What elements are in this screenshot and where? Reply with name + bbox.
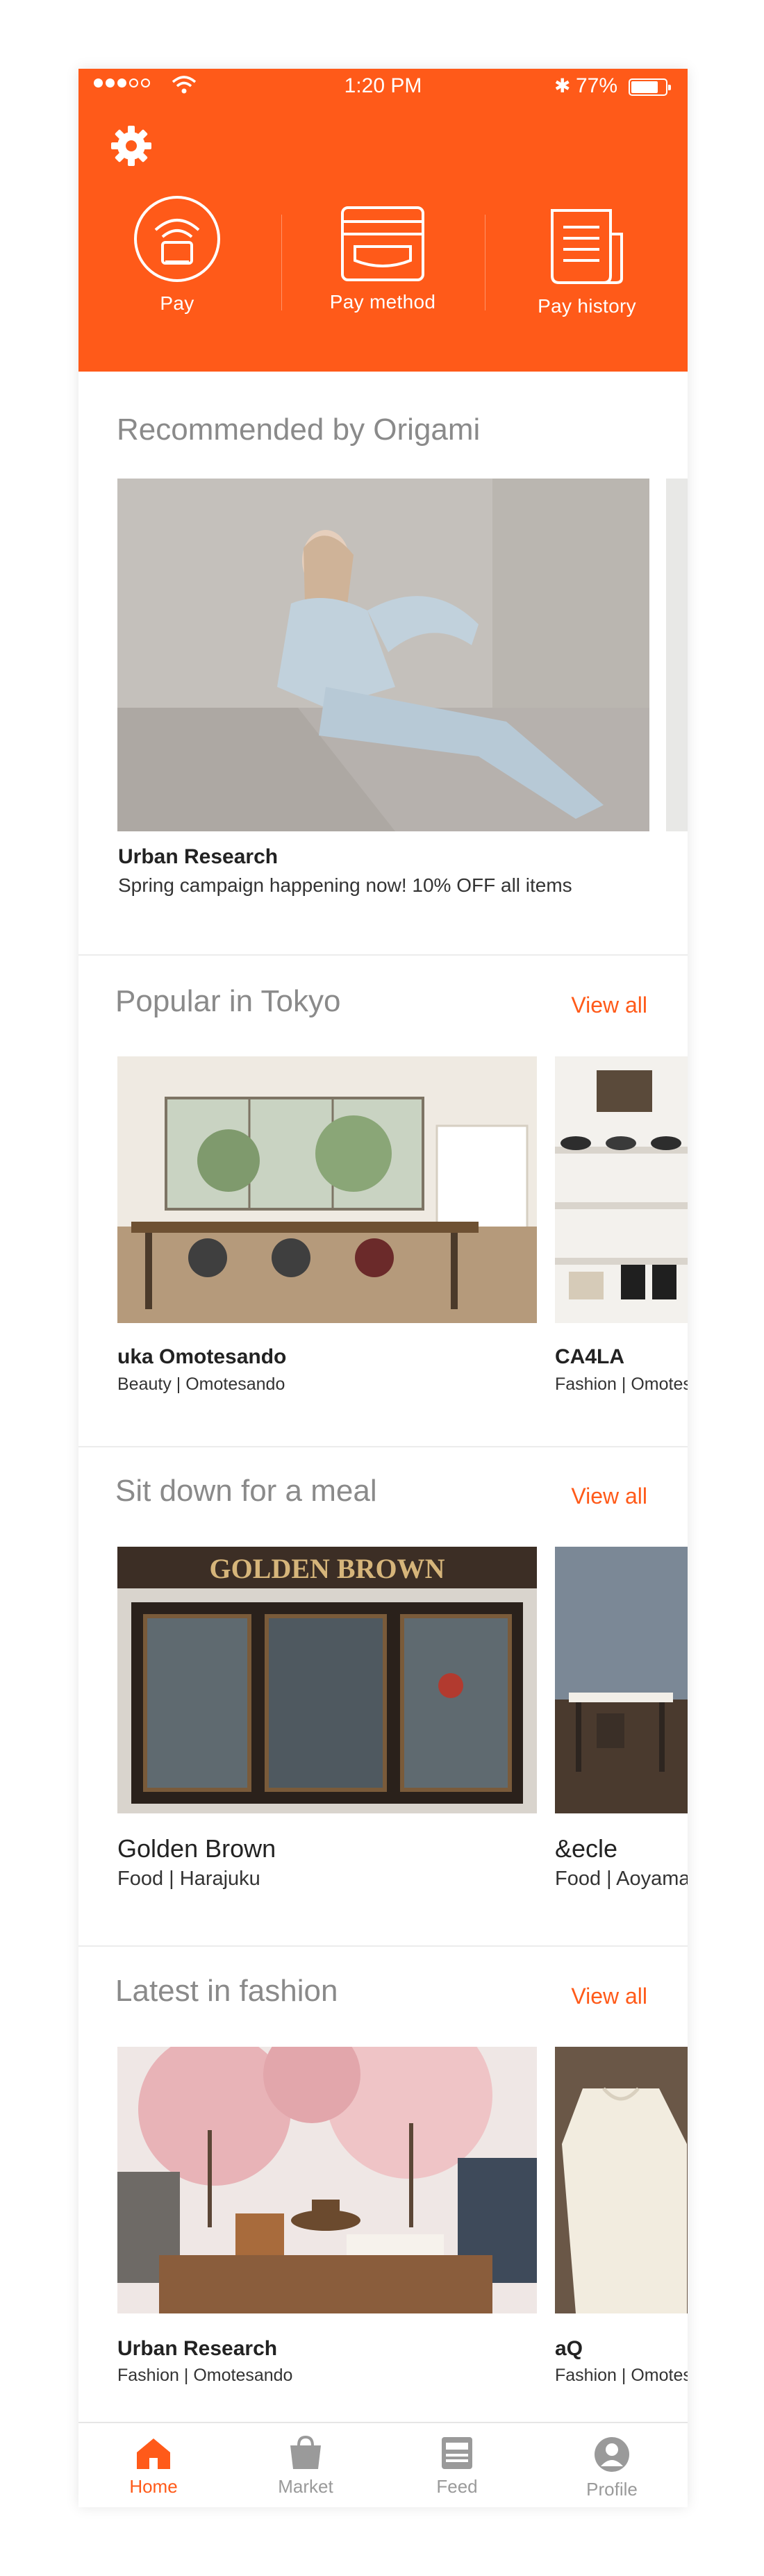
tab-profile[interactable]: Profile (560, 2436, 664, 2500)
popular-card-image-1[interactable] (117, 1056, 537, 1323)
popular-card-title-1: uka Omotesando (117, 1345, 287, 1368)
fashion-card-title-2: aQ (555, 2337, 583, 2360)
fashion-card-image-1[interactable] (117, 2047, 537, 2313)
meal-card-subtitle-1: Food | Harajuku (117, 1868, 260, 1890)
popular-card-image-2[interactable] (555, 1056, 688, 1323)
recommended-card-title: Urban Research (118, 845, 279, 868)
pay-history-button[interactable]: Pay history (504, 206, 670, 317)
uka-omotesando-photo (117, 1056, 537, 1323)
section-divider (78, 1945, 688, 1947)
recommended-card-subtitle: Spring campaign happening now! 10% OFF a… (118, 874, 572, 896)
pay-method-label: Pay method (329, 291, 436, 313)
tab-home-label: Home (129, 2476, 178, 2497)
fashion-card-subtitle-1: Fashion | Omotesando (117, 2366, 293, 2385)
ecle-photo (555, 1547, 688, 1813)
tab-market[interactable]: Market (254, 2436, 358, 2498)
gear-icon[interactable] (107, 122, 156, 170)
status-bar: 1:20 PM ✱ 77% (78, 69, 688, 103)
ca4la-photo (555, 1056, 688, 1323)
popular-card-title-2: CA4LA (555, 1345, 625, 1368)
shopping-bag-icon (290, 2436, 321, 2469)
aq-photo (555, 2047, 688, 2313)
meal-card-title-1: Golden Brown (117, 1834, 276, 1863)
tab-feed[interactable]: Feed (405, 2436, 509, 2498)
feed-icon (442, 2437, 472, 2469)
fashion-card-title-1: Urban Research (117, 2337, 278, 2360)
tab-market-label: Market (278, 2476, 333, 2497)
meal-card-title-2: &ecle (555, 1834, 618, 1863)
pay-history-label: Pay history (538, 295, 636, 317)
section-title-meal: Sit down for a meal (115, 1474, 377, 1508)
view-all-meal-link[interactable]: View all (571, 1484, 647, 1509)
profile-icon (595, 2437, 629, 2472)
home-icon (137, 2438, 170, 2469)
divider (281, 215, 282, 310)
pay-label: Pay (160, 292, 194, 314)
meal-card-image-1[interactable]: GOLDEN BROWN (117, 1547, 537, 1813)
view-all-popular-link[interactable]: View all (571, 992, 647, 1018)
section-divider (78, 1446, 688, 1447)
popular-card-subtitle-2: Fashion | Omotes (555, 1374, 688, 1394)
section-divider (78, 954, 688, 956)
section-title-recommended: Recommended by Origami (117, 413, 481, 447)
phone-screen: 1:20 PM ✱ 77% Pay Pay method Pay history… (78, 69, 688, 2507)
fashion-card-image-2[interactable] (555, 2047, 688, 2313)
pay-icon (134, 196, 220, 282)
recommended-photo (117, 479, 649, 831)
urban-research-photo (117, 2047, 537, 2313)
fashion-card-subtitle-2: Fashion | Omotes (555, 2366, 688, 2385)
popular-card-subtitle-1: Beauty | Omotesando (117, 1374, 285, 1394)
bluetooth-icon: ✱ (554, 75, 571, 97)
pay-method-icon (341, 206, 424, 281)
tab-bar: Home Market Feed Profile (78, 2422, 688, 2507)
battery-percent: 77% (576, 74, 618, 97)
section-title-popular: Popular in Tokyo (115, 984, 341, 1018)
meal-card-image-2[interactable] (555, 1547, 688, 1813)
recommended-card-next-image[interactable] (666, 479, 688, 831)
header: 1:20 PM ✱ 77% Pay Pay method Pay history (78, 69, 688, 372)
golden-brown-sign: GOLDEN BROWN (210, 1553, 445, 1584)
battery-icon (629, 78, 671, 96)
view-all-fashion-link[interactable]: View all (571, 1984, 647, 2009)
meal-card-subtitle-2: Food | Aoyama (555, 1868, 688, 1890)
recommended-card-image[interactable] (117, 479, 649, 831)
pay-history-icon (551, 209, 623, 284)
golden-brown-photo: GOLDEN BROWN (117, 1547, 537, 1813)
tab-home[interactable]: Home (101, 2436, 206, 2498)
pay-method-button[interactable]: Pay method (299, 205, 466, 313)
section-title-fashion: Latest in fashion (115, 1974, 338, 2008)
pay-button[interactable]: Pay (94, 194, 260, 315)
tab-feed-label: Feed (436, 2476, 478, 2497)
tab-profile-label: Profile (586, 2479, 638, 2500)
